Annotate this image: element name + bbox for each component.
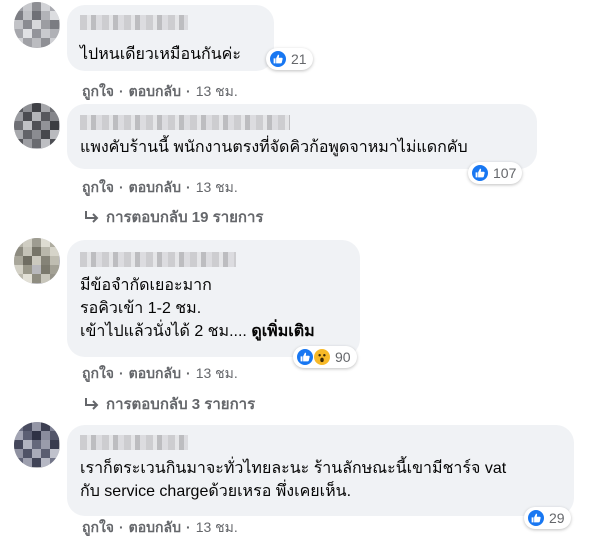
replies-label: การตอบกลับ 19 รายการ [106, 209, 264, 226]
commenter-name[interactable] [80, 435, 188, 450]
replies-label: การตอบกลับ 3 รายการ [106, 396, 256, 413]
reply-link[interactable]: ตอบกลับ [129, 365, 181, 381]
comment-text: ไปหนเดียวเหมือนกันค่ะ [80, 46, 241, 63]
timestamp[interactable]: 13 ชม. [196, 365, 238, 381]
reply-arrow-icon [85, 398, 99, 410]
reaction-count: 90 [335, 349, 351, 365]
like-link[interactable]: ถูกใจ [82, 83, 114, 99]
comment-text: มีข้อจำกัดเยอะมาก รอคิวเข้า 1-2 ชม. เข้า… [80, 277, 315, 340]
comment-actions: ถูกใจ · ตอบกลับ · 13 ชม. [82, 83, 238, 99]
reaction-summary[interactable]: 107 [468, 162, 523, 184]
like-icon [269, 50, 287, 68]
reaction-count: 21 [291, 51, 307, 67]
reply-arrow-icon [85, 211, 99, 223]
like-link[interactable]: ถูกใจ [82, 365, 114, 381]
avatar[interactable] [14, 422, 60, 468]
view-replies-link[interactable]: การตอบกลับ 3 รายการ [84, 392, 255, 416]
reply-link[interactable]: ตอบกลับ [129, 519, 181, 535]
avatar[interactable] [14, 103, 60, 149]
reaction-summary[interactable]: 21 [266, 48, 313, 70]
avatar[interactable] [14, 238, 60, 284]
reaction-count: 107 [493, 165, 517, 181]
comment-actions: ถูกใจ · ตอบกลับ · 13 ชม. [82, 519, 238, 535]
like-link[interactable]: ถูกใจ [82, 179, 114, 195]
reaction-summary[interactable]: 29 [524, 507, 571, 529]
avatar[interactable] [14, 2, 60, 48]
like-icon [527, 509, 545, 527]
comment-actions: ถูกใจ · ตอบกลับ · 13 ชม. [82, 365, 238, 381]
reply-link[interactable]: ตอบกลับ [129, 83, 181, 99]
timestamp[interactable]: 13 ชม. [196, 519, 238, 535]
commenter-name[interactable] [80, 252, 236, 267]
see-more-link[interactable]: ดูเพิ่มเติม [251, 323, 314, 340]
wow-icon [313, 348, 331, 366]
like-link[interactable]: ถูกใจ [82, 519, 114, 535]
like-icon [296, 348, 314, 366]
commenter-name[interactable] [80, 15, 188, 30]
like-icon [471, 164, 489, 182]
timestamp[interactable]: 13 ชม. [196, 179, 238, 195]
timestamp[interactable]: 13 ชม. [196, 83, 238, 99]
commenter-name[interactable] [80, 115, 290, 130]
comment-text: แพงคับร้านนี้ พนักงานตรงที่จัดคิวก้อพูดจ… [80, 139, 468, 156]
view-replies-link[interactable]: การตอบกลับ 19 รายการ [84, 205, 263, 229]
reaction-count: 29 [549, 510, 565, 526]
reaction-summary[interactable]: 90 [293, 346, 357, 368]
comment-text: เราก็ตระเวนกินมาจะทั่วไทยละนะ ร้านลักษณะ… [80, 460, 507, 500]
comment-actions: ถูกใจ · ตอบกลับ · 13 ชม. [82, 179, 238, 195]
reply-link[interactable]: ตอบกลับ [129, 179, 181, 195]
